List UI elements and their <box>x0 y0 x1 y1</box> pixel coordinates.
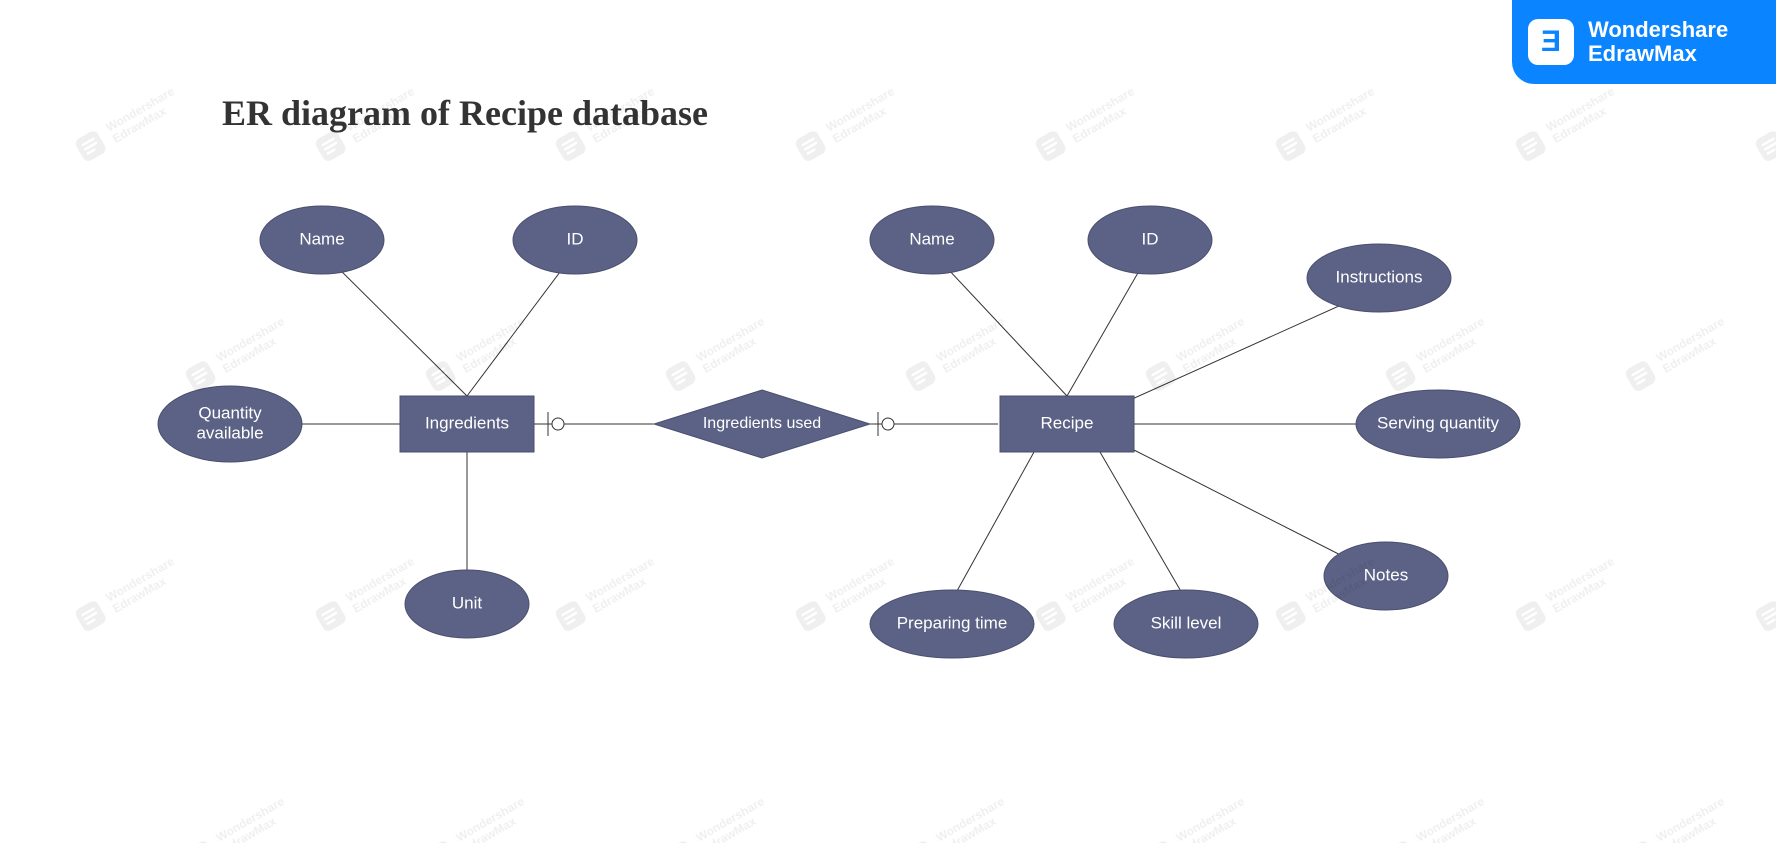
attr-rec-name: Name <box>870 206 994 274</box>
attr-rec-servq: Serving quantity <box>1356 390 1520 458</box>
brand-text: Wondershare EdrawMax <box>1588 18 1728 66</box>
attr-ing-id: ID <box>513 206 637 274</box>
attr-rec-servq-label: Serving quantity <box>1377 413 1499 432</box>
attr-rec-prep-label: Preparing time <box>897 613 1008 632</box>
attr-ing-unit: Unit <box>405 570 529 638</box>
brand-glyph: Ǝ <box>1541 25 1561 59</box>
entity-recipe: Recipe <box>1000 396 1134 452</box>
brand-line2: EdrawMax <box>1588 42 1728 66</box>
edge-rec-prep <box>952 452 1034 600</box>
attr-rec-notes-label: Notes <box>1364 565 1408 584</box>
attr-rec-skill: Skill level <box>1114 590 1258 658</box>
edge-ing-id <box>467 252 575 396</box>
relationship-label: Ingredients used <box>703 415 821 432</box>
attr-ing-qty-label-2: available <box>196 423 263 442</box>
attr-rec-notes: Notes <box>1324 542 1448 610</box>
attr-ing-name: Name <box>260 206 384 274</box>
entity-ingredients: Ingredients <box>400 396 534 452</box>
attr-ing-qty-label-1: Quantity <box>198 403 262 422</box>
edge-rec-notes <box>1130 448 1370 570</box>
entity-recipe-label: Recipe <box>1041 413 1094 432</box>
attr-rec-id: ID <box>1088 206 1212 274</box>
attr-rec-id-label: ID <box>1142 229 1159 248</box>
attr-ing-id-label: ID <box>567 229 584 248</box>
attr-ing-name-label: Name <box>299 229 344 248</box>
attr-rec-prep: Preparing time <box>870 590 1034 658</box>
er-svg: Ingredients Recipe Ingredients used Name… <box>0 0 1776 843</box>
brand-logo-icon: Ǝ <box>1528 19 1574 65</box>
attr-ing-qty: Quantity available <box>158 386 302 462</box>
diagram-canvas: ER diagram of Recipe database <box>0 0 1776 843</box>
brand-ribbon: Ǝ Wondershare EdrawMax <box>1512 0 1776 84</box>
brand-line1: Wondershare <box>1588 18 1728 42</box>
edge-rec-instr <box>1130 292 1370 400</box>
edge-rec-name <box>932 252 1067 396</box>
attr-rec-name-label: Name <box>909 229 954 248</box>
entity-ingredients-label: Ingredients <box>425 413 509 432</box>
attr-ing-unit-label: Unit <box>452 593 483 612</box>
attr-rec-instr-label: Instructions <box>1336 267 1423 286</box>
attr-rec-skill-label: Skill level <box>1151 613 1222 632</box>
edge-rec-skill <box>1100 452 1186 600</box>
attr-rec-instr: Instructions <box>1307 244 1451 312</box>
edge-ing-name <box>322 252 467 396</box>
relationship-ingredients-used: Ingredients used <box>654 390 870 458</box>
